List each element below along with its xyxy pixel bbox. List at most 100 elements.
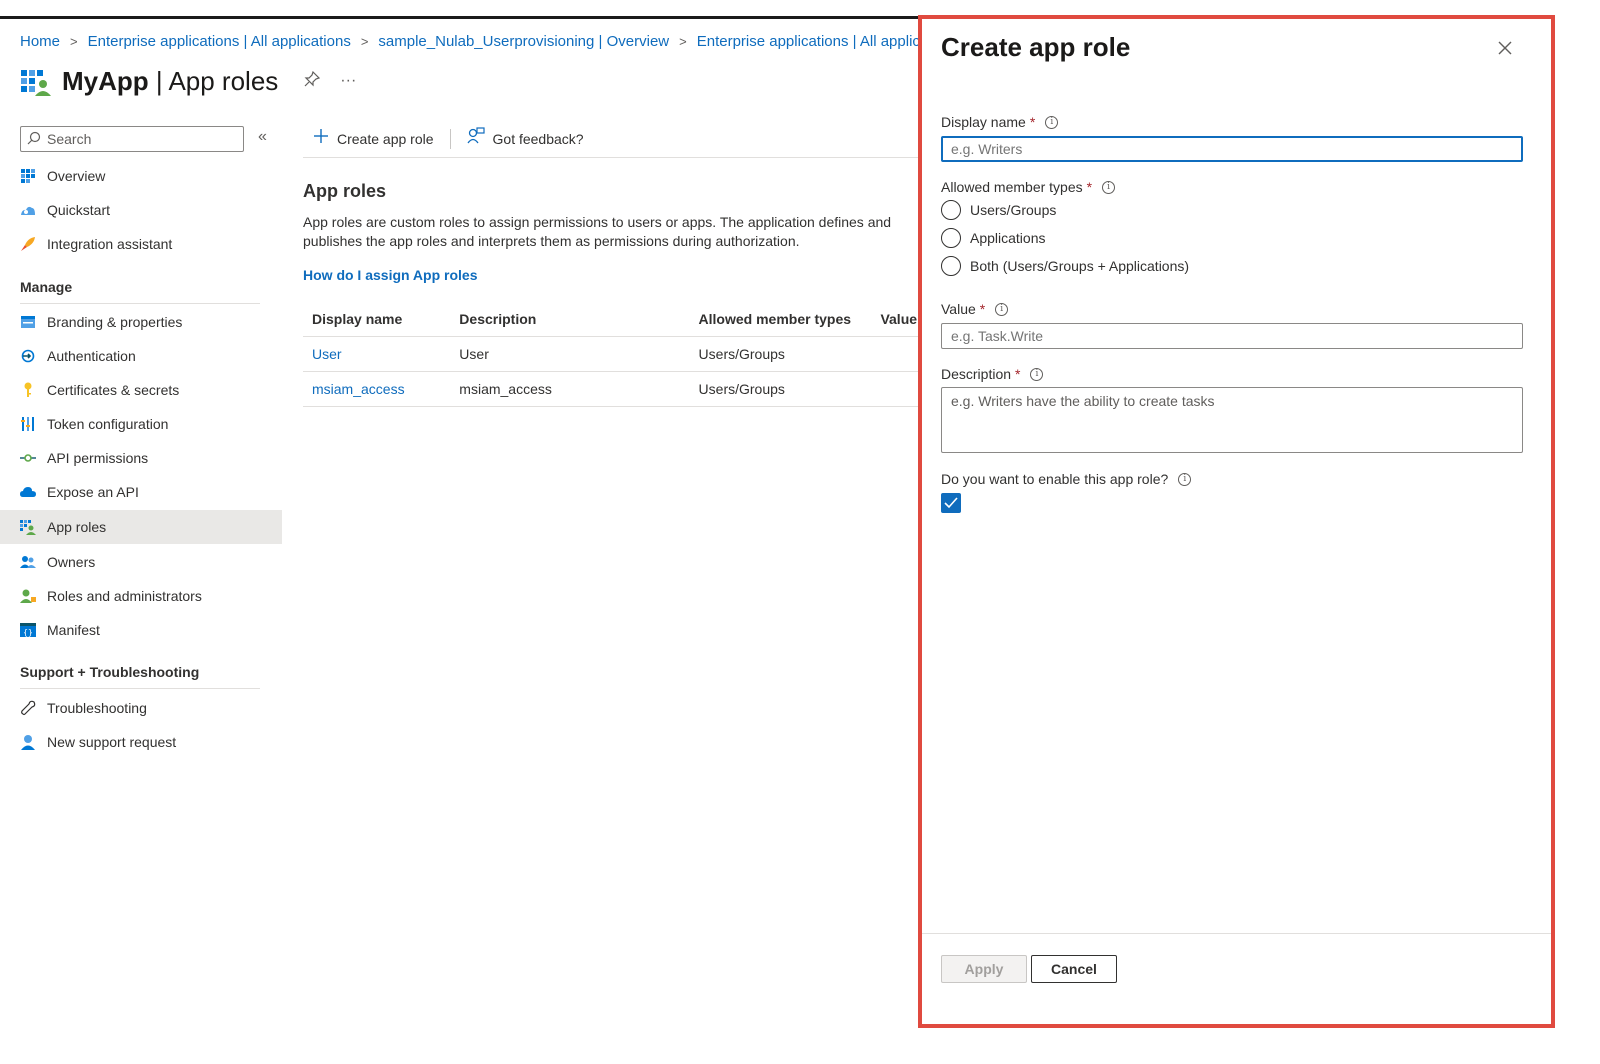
table-row[interactable]: User User Users/Groups — [303, 337, 920, 372]
sidebar-item-label: API permissions — [47, 450, 149, 466]
breadcrumb-app-overview[interactable]: sample_Nulab_Userprovisioning | Overview — [378, 33, 669, 50]
sidebar-item-label: Overview — [47, 168, 106, 184]
checkmark-icon — [944, 497, 958, 509]
info-icon[interactable]: i — [1030, 367, 1044, 381]
role-name-link[interactable]: User — [303, 346, 459, 362]
value-input[interactable] — [941, 323, 1523, 349]
required-mark: * — [1015, 366, 1021, 382]
key-icon — [20, 382, 36, 398]
panel-footer-divider — [922, 933, 1551, 934]
sidebar-item-integration-assistant[interactable]: Integration assistant — [0, 227, 282, 261]
feedback-label: Got feedback? — [492, 130, 584, 147]
app-roles-icon — [20, 65, 52, 97]
radio-circle[interactable] — [941, 228, 961, 248]
pin-icon[interactable] — [304, 70, 321, 92]
sidebar-item-label: Roles and administrators — [47, 588, 202, 604]
app-roles-table: Display name Description Allowed member … — [303, 302, 920, 407]
owners-icon — [20, 554, 36, 570]
search-icon — [27, 131, 41, 148]
feedback-button[interactable]: Got feedback? — [457, 127, 594, 150]
close-icon[interactable] — [1498, 35, 1512, 61]
apply-button[interactable]: Apply — [941, 955, 1027, 983]
sidebar-item-label: Quickstart — [47, 202, 111, 218]
sidebar-item-overview[interactable]: Overview — [0, 159, 282, 193]
breadcrumb-enterprise-apps[interactable]: Enterprise applications | All applicatio… — [88, 33, 351, 50]
info-icon[interactable]: i — [1102, 180, 1116, 194]
sidebar-item-new-support-request[interactable]: New support request — [0, 725, 282, 759]
radio-users-groups[interactable]: Users/Groups — [941, 200, 1056, 220]
description-label: Description * i — [941, 366, 1044, 382]
section-title: App roles — [303, 181, 387, 201]
sidebar-item-roles-administrators[interactable]: Roles and administrators — [0, 579, 282, 613]
sidebar-item-certificates[interactable]: Certificates & secrets — [0, 373, 282, 407]
column-header[interactable]: Allowed member types — [699, 311, 881, 327]
sidebar-item-manifest[interactable]: {} Manifest — [0, 613, 282, 647]
info-icon[interactable]: i — [1178, 472, 1192, 486]
sidebar-item-expose-api[interactable]: Expose an API — [0, 475, 282, 509]
branding-icon — [20, 314, 36, 330]
display-name-input[interactable] — [941, 136, 1523, 162]
radio-both[interactable]: Both (Users/Groups + Applications) — [941, 256, 1189, 276]
more-options-icon[interactable]: ··· — [340, 72, 356, 90]
create-app-role-label: Create app role — [337, 130, 434, 147]
enable-role-label: Do you want to enable this app role? i — [941, 471, 1192, 487]
info-icon[interactable]: i — [1045, 115, 1059, 129]
svg-text:{}: {} — [23, 628, 33, 637]
sidebar-item-owners[interactable]: Owners — [0, 545, 282, 579]
radio-circle[interactable] — [941, 256, 961, 276]
table-cell: msiam_access — [459, 381, 552, 397]
sidebar-item-branding[interactable]: Branding & properties — [0, 305, 282, 339]
value-label: Value * i — [941, 301, 1009, 317]
sidebar-item-label: Token configuration — [47, 416, 169, 432]
column-header[interactable]: Value — [880, 311, 920, 327]
create-app-role-button[interactable]: Create app role — [303, 128, 444, 149]
cancel-button[interactable]: Cancel — [1031, 955, 1117, 983]
cloud-icon — [20, 484, 36, 500]
sidebar-item-label: Manifest — [47, 622, 100, 638]
sidebar-item-troubleshooting[interactable]: Troubleshooting — [0, 691, 282, 725]
command-bar: Create app role Got feedback? — [303, 120, 923, 158]
breadcrumb: Home > Enterprise applications | All app… — [20, 30, 940, 52]
token-icon — [20, 416, 36, 432]
help-link[interactable]: How do I assign App roles — [303, 267, 478, 283]
collapse-sidebar-icon[interactable]: « — [258, 128, 267, 146]
breadcrumb-enterprise-apps-2[interactable]: Enterprise applications | All applicatio… — [697, 33, 940, 50]
table-header-row: Display name Description Allowed member … — [303, 302, 920, 337]
sidebar-item-label: Expose an API — [47, 484, 139, 500]
sidebar-item-label: Integration assistant — [47, 236, 173, 252]
toolbar-divider — [449, 128, 451, 149]
overview-icon — [20, 168, 36, 184]
role-name-link[interactable]: msiam_access — [303, 381, 459, 397]
top-divider — [0, 16, 940, 19]
column-header[interactable]: Display name — [303, 311, 459, 327]
search-input[interactable]: Search — [20, 126, 244, 152]
page-title: MyApp | App roles — [62, 65, 279, 96]
authentication-icon — [20, 348, 36, 364]
description-placeholder: e.g. Writers have the ability to create … — [951, 393, 1215, 409]
sidebar-item-app-roles[interactable]: App roles — [0, 510, 282, 544]
radio-applications[interactable]: Applications — [941, 228, 1046, 248]
required-mark: * — [979, 301, 986, 317]
breadcrumb-separator: > — [679, 33, 687, 49]
radio-circle[interactable] — [941, 200, 961, 220]
info-icon[interactable]: i — [995, 302, 1009, 316]
display-name-label: Display name * i — [941, 114, 1059, 130]
sidebar-item-quickstart[interactable]: Quickstart — [0, 193, 282, 227]
required-mark: * — [1029, 114, 1036, 130]
table-cell: Users/Groups — [698, 346, 785, 362]
sidebar-item-label: New support request — [47, 734, 177, 750]
enable-role-checkbox[interactable] — [941, 493, 961, 513]
column-header[interactable]: Description — [459, 311, 698, 327]
breadcrumb-home[interactable]: Home — [20, 33, 60, 50]
create-app-role-panel: Create app role Display name*i Allowed m… — [918, 15, 1555, 1028]
panel-title: Create app role — [941, 32, 1131, 62]
sidebar-item-label: Troubleshooting — [47, 700, 147, 716]
table-cell: Users/Groups — [698, 381, 785, 397]
table-row[interactable]: msiam_access msiam_access Users/Groups — [303, 372, 920, 407]
sidebar-item-authentication[interactable]: Authentication — [0, 339, 282, 373]
manage-heading: Manage — [20, 279, 260, 304]
sidebar-item-api-permissions[interactable]: API permissions — [0, 441, 282, 475]
sidebar-item-token-configuration[interactable]: Token configuration — [0, 407, 282, 441]
page-header: MyApp | App roles ··· — [20, 58, 356, 104]
description-textarea[interactable]: e.g. Writers have the ability to create … — [941, 387, 1523, 453]
